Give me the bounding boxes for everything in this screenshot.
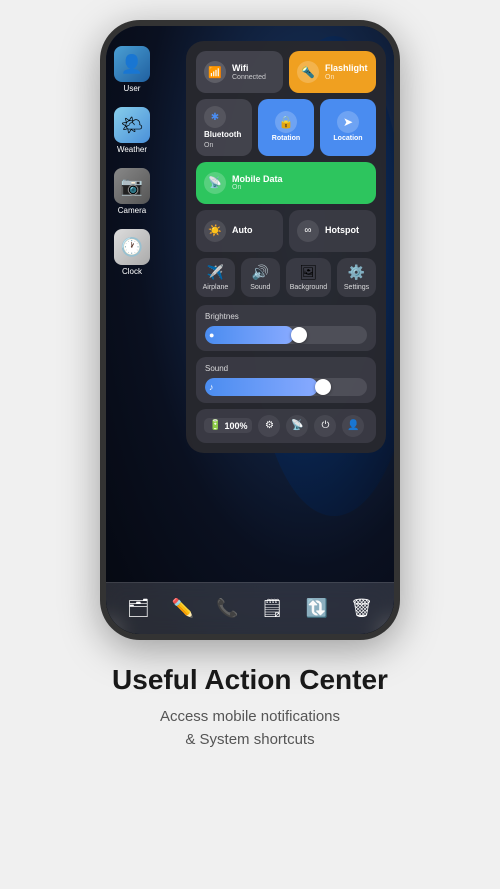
background-label: Background: [290, 284, 327, 291]
dock-phone-icon[interactable]: 📞: [212, 593, 244, 625]
bottom-section: Useful Action Center Access mobile notif…: [82, 664, 418, 781]
rotation-label: Rotation: [272, 135, 300, 143]
sound-thumb[interactable]: [315, 379, 331, 395]
control-center-panel: 📶 Wifi Connected 🔦 Flashlight On: [186, 41, 386, 453]
auto-button[interactable]: ☀️ Auto: [196, 210, 283, 252]
bluetooth-sub: On: [204, 142, 213, 149]
app-icon-camera[interactable]: 📷 Camera: [114, 168, 150, 215]
brightness-fill: [205, 326, 294, 344]
phone-dock: 🗂 ✏️ 📞 🗒 🔃 🗑: [106, 582, 394, 634]
wifi-label: Wifi: [232, 63, 266, 74]
status-mobile-button[interactable]: 📡: [286, 415, 308, 437]
auto-label: Auto: [232, 225, 253, 236]
user-label: User: [124, 84, 141, 93]
status-user-button[interactable]: 👤: [342, 415, 364, 437]
clock-icon: 🕐: [114, 229, 150, 265]
brightness-track[interactable]: ●: [205, 326, 367, 344]
mobile-sub: On: [232, 184, 283, 191]
dock-notes-icon[interactable]: 🗒: [256, 593, 288, 625]
weather-icon: 🌤: [114, 107, 150, 143]
cc-row1: 📶 Wifi Connected 🔦 Flashlight On: [196, 51, 376, 93]
mobile-label: Mobile Data: [232, 174, 283, 185]
clock-label: Clock: [122, 267, 142, 276]
wifi-sub: Connected: [232, 74, 266, 81]
app-icon-list: 👤 User 🌤 Weather 📷 Camera 🕐 Clock: [114, 46, 150, 276]
battery-icon: 🔋: [209, 420, 221, 431]
page-subtitle: Access mobile notifications& System shor…: [112, 706, 388, 751]
hotspot-button[interactable]: ∞ Hotspot: [289, 210, 376, 252]
flashlight-text: Flashlight On: [325, 63, 368, 81]
hotspot-text: Hotspot: [325, 225, 359, 236]
airplane-label: Airplane: [203, 284, 229, 291]
sound-track[interactable]: ♪: [205, 378, 367, 396]
sound-label: Sound: [250, 284, 270, 291]
background-icon: 🖼: [300, 264, 318, 281]
mobile-data-button[interactable]: 📡 Mobile Data On: [196, 162, 376, 204]
rotation-icon: 🔒: [275, 111, 297, 133]
sound-fill: [205, 378, 318, 396]
location-icon: ➤: [337, 111, 359, 133]
settings-label: Settings: [344, 284, 369, 291]
flashlight-button[interactable]: 🔦 Flashlight On: [289, 51, 376, 93]
app-icon-clock[interactable]: 🕐 Clock: [114, 229, 150, 276]
flashlight-sub: On: [325, 74, 368, 81]
mobile-icon: 📡: [204, 172, 226, 194]
app-icon-user[interactable]: 👤 User: [114, 46, 150, 93]
brightness-label: Brightnes: [205, 312, 367, 321]
dock-trash-icon[interactable]: 🗑: [346, 593, 378, 625]
app-icon-weather[interactable]: 🌤 Weather: [114, 107, 150, 154]
hotspot-label: Hotspot: [325, 225, 359, 236]
dock-finder-icon[interactable]: 🗂: [122, 593, 154, 625]
cc-row2: ✱ Bluetooth On 🔒 Rotation ➤ Location: [196, 99, 376, 156]
phone-frame: 👤 User 🌤 Weather 📷 Camera 🕐 Clock 📶: [100, 20, 400, 640]
sound-slider-row: Sound ♪: [196, 357, 376, 403]
cc-icon-row: ✈️ Airplane 🔊 Sound 🖼 Background ⚙️ Sett…: [196, 258, 376, 297]
status-power-button[interactable]: ⏻: [314, 415, 336, 437]
rotation-button[interactable]: 🔒 Rotation: [258, 99, 314, 156]
auto-icon: ☀️: [204, 220, 226, 242]
mobile-text: Mobile Data On: [232, 174, 283, 192]
dock-edit-icon[interactable]: ✏️: [167, 593, 199, 625]
sound-slider-icon: ♪: [209, 382, 214, 392]
airplane-button[interactable]: ✈️ Airplane: [196, 258, 235, 297]
bluetooth-label: Bluetooth: [204, 130, 241, 140]
bluetooth-button[interactable]: ✱ Bluetooth On: [196, 99, 252, 156]
weather-label: Weather: [117, 145, 147, 154]
camera-label: Camera: [118, 206, 146, 215]
status-settings-button[interactable]: ⚙: [258, 415, 280, 437]
sound-button[interactable]: 🔊 Sound: [241, 258, 280, 297]
bluetooth-icon: ✱: [204, 106, 226, 128]
location-button[interactable]: ➤ Location: [320, 99, 376, 156]
wifi-text: Wifi Connected: [232, 63, 266, 81]
brightness-thumb[interactable]: [291, 327, 307, 343]
status-bar: 🔋 100% ⚙ 📡 ⏻ 👤: [196, 409, 376, 443]
flashlight-label: Flashlight: [325, 63, 368, 74]
sound-icon: 🔊: [252, 264, 269, 281]
user-icon: 👤: [114, 46, 150, 82]
camera-icon: 📷: [114, 168, 150, 204]
brightness-row: Brightnes ●: [196, 305, 376, 351]
wifi-button[interactable]: 📶 Wifi Connected: [196, 51, 283, 93]
page-title: Useful Action Center: [112, 664, 388, 696]
brightness-icon: ●: [209, 330, 214, 340]
battery-percent: 100%: [224, 421, 247, 431]
settings-icon: ⚙️: [348, 264, 365, 281]
flashlight-icon: 🔦: [297, 61, 319, 83]
dock-sync-icon[interactable]: 🔃: [301, 593, 333, 625]
wifi-icon: 📶: [204, 61, 226, 83]
cc-row3: ☀️ Auto ∞ Hotspot: [196, 210, 376, 252]
airplane-icon: ✈️: [207, 264, 224, 281]
location-label: Location: [333, 135, 362, 143]
hotspot-icon: ∞: [297, 220, 319, 242]
background-button[interactable]: 🖼 Background: [286, 258, 331, 297]
mobile-data-row: 📡 Mobile Data On: [196, 162, 376, 204]
auto-text: Auto: [232, 225, 253, 236]
sound-slider-label: Sound: [205, 364, 367, 373]
battery-indicator: 🔋 100%: [204, 418, 252, 433]
settings-button[interactable]: ⚙️ Settings: [337, 258, 376, 297]
phone-screen: 👤 User 🌤 Weather 📷 Camera 🕐 Clock 📶: [106, 26, 394, 634]
